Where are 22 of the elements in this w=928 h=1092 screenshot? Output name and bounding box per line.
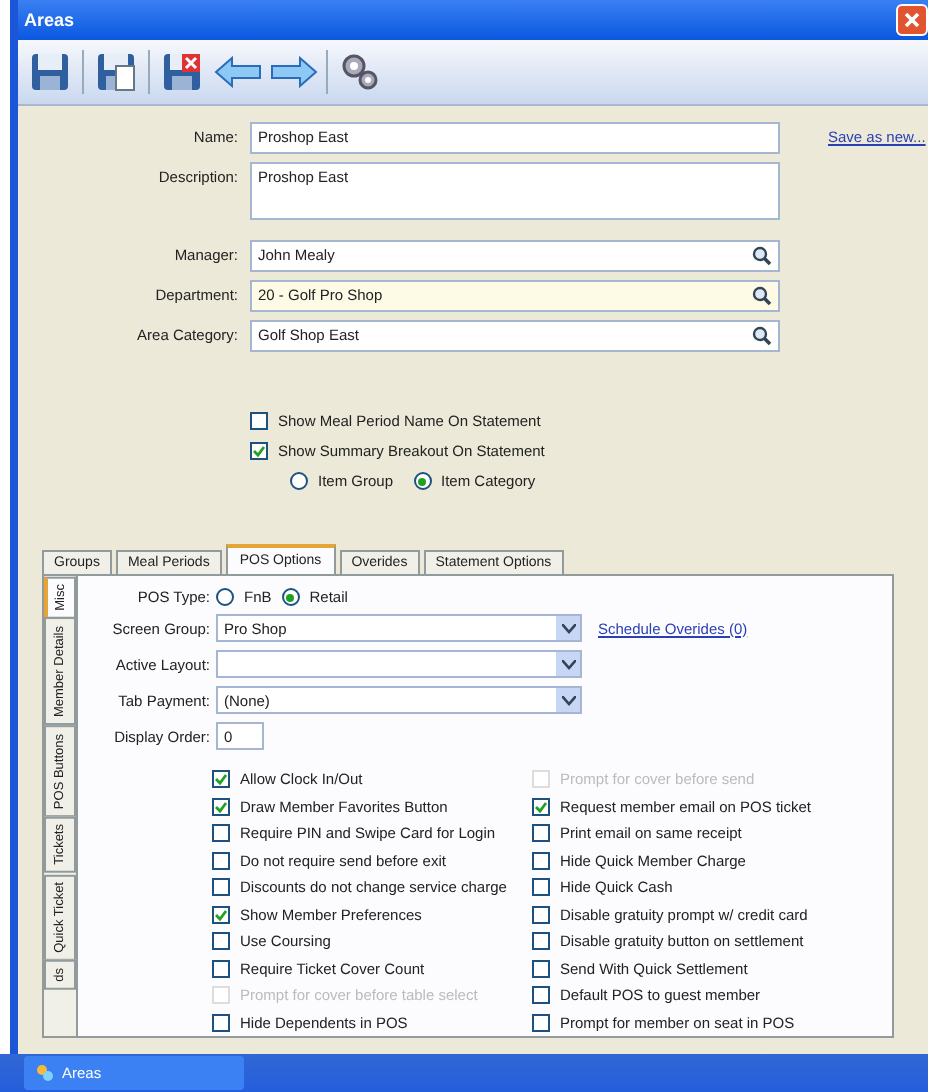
floppy-page-icon[interactable] bbox=[92, 48, 140, 96]
dropdown-button[interactable] bbox=[556, 616, 580, 640]
caret-icon bbox=[561, 659, 575, 669]
close-icon bbox=[904, 12, 920, 28]
search-icon[interactable] bbox=[752, 326, 772, 346]
search-icon[interactable] bbox=[752, 286, 772, 306]
check-icon bbox=[252, 444, 266, 458]
dropdown-field[interactable] bbox=[216, 650, 582, 678]
close-button[interactable] bbox=[896, 4, 928, 36]
caret-icon bbox=[561, 695, 575, 705]
window-title: Areas bbox=[24, 10, 75, 30]
caret-icon bbox=[561, 623, 575, 633]
radio-dot-icon bbox=[418, 477, 427, 485]
app-icon bbox=[36, 1064, 54, 1082]
radio-dot-icon bbox=[286, 593, 295, 601]
dropdown-button[interactable] bbox=[556, 652, 580, 676]
save-icon[interactable] bbox=[26, 48, 74, 96]
check-icon bbox=[214, 907, 228, 921]
dropdown-button[interactable] bbox=[556, 688, 580, 712]
search-icon[interactable] bbox=[752, 246, 772, 266]
check-icon bbox=[534, 799, 548, 813]
floppy-delete-icon[interactable] bbox=[158, 48, 206, 96]
